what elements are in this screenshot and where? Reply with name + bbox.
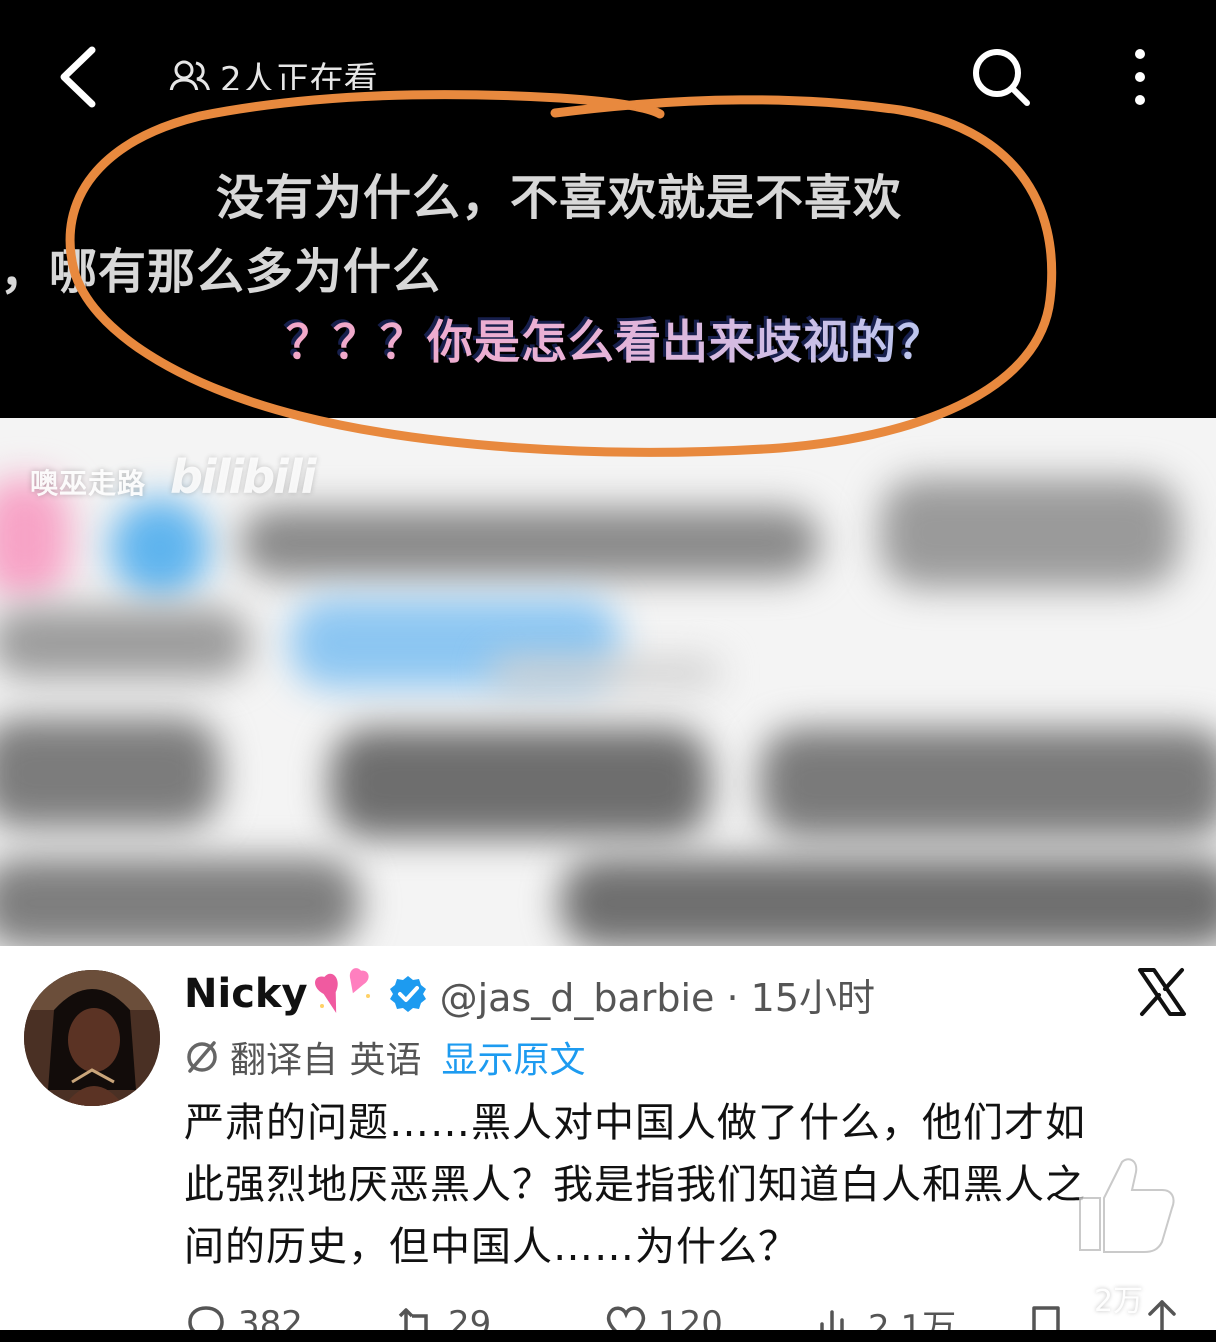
translation-line: 翻译自 英语 显示原文: [184, 1032, 585, 1082]
viewer-count: 2人正在看: [168, 52, 378, 100]
like-button[interactable]: 120: [604, 1302, 814, 1330]
blur-blob: [490, 658, 720, 688]
reply-count: 382: [238, 1304, 303, 1330]
show-original-link[interactable]: 显示原文: [441, 1031, 585, 1083]
tweet-text-line: 间的历史，但中国人……为什么？: [184, 1224, 799, 1270]
like-count: 120: [658, 1304, 723, 1330]
avatar[interactable]: [24, 970, 160, 1106]
retweet-button[interactable]: 29: [394, 1302, 604, 1330]
views-button[interactable]: 2.1万: [814, 1300, 1024, 1331]
overlay-like-count: 2万: [1094, 1284, 1144, 1319]
blur-blob: [0, 858, 360, 946]
translate-icon: [187, 1041, 217, 1073]
blur-blob: [560, 858, 1216, 946]
tweet-text-line: 严肃的问题……黑人对中国人做了什么，他们才如: [184, 1100, 1086, 1146]
x-logo-icon[interactable]: [1136, 966, 1188, 1018]
blur-blob: [110, 498, 210, 598]
views-count: 2.1万: [868, 1307, 957, 1331]
blur-blob: [760, 728, 1216, 838]
thumbs-up-icon[interactable]: [1070, 1150, 1180, 1260]
blur-blob: [0, 608, 250, 678]
subtitle-line-2: ，哪有那么多为什么: [0, 244, 442, 300]
bookmark-button[interactable]: [1024, 1302, 1068, 1330]
bookmark-icon: [1032, 1306, 1060, 1330]
blur-blob: [0, 718, 220, 828]
handle-and-time[interactable]: @jas_d_barbie · 15小时: [440, 967, 875, 1022]
bottom-edge: [0, 1330, 1216, 1342]
blur-blob: [330, 728, 710, 838]
watermark-author: 噢巫走路: [30, 467, 147, 500]
tweet-text-line: 此强烈地厌恶黑人？我是指我们知道白人和黑人之: [184, 1162, 1086, 1208]
heart-icon: [606, 1306, 646, 1330]
tweet-actions: 382 29 120 2.1万: [184, 1294, 1194, 1330]
analytics-icon: [820, 1310, 844, 1330]
bilibili-logo: bilibili: [170, 450, 316, 504]
back-arrow-icon[interactable]: [52, 44, 102, 110]
verified-badge-icon: [389, 976, 426, 1012]
retweet-count: 29: [448, 1304, 492, 1330]
subtitle-line-3: ？？？你是怎么看出来歧视的？: [286, 306, 944, 372]
tweet-text: 严肃的问题……黑人对中国人做了什么，他们才如 此强烈地厌恶黑人？我是指我们知道白…: [184, 1092, 1184, 1278]
more-options-icon[interactable]: [1124, 46, 1156, 108]
blur-blob: [240, 508, 820, 578]
author-name[interactable]: Nicky: [184, 971, 308, 1017]
tweet-author-line: Nicky @jas_d_barbie · 15小时: [184, 966, 875, 1022]
search-icon[interactable]: [970, 46, 1032, 108]
tweet-card[interactable]: Nicky @jas_d_barbie · 15小时 翻译自 英语 显示原文 严…: [0, 946, 1216, 1330]
video-top-section: 2人正在看 没有为什么，不喜欢就是不喜欢 ，哪有那么多为什么 ？？？你是怎么看出…: [0, 0, 1216, 418]
viewer-count-label: 2人正在看: [220, 59, 378, 100]
people-icon: [169, 60, 210, 90]
two-hearts-emoji-icon: [314, 968, 370, 1014]
blur-blob: [880, 478, 1180, 588]
reply-icon: [188, 1306, 224, 1330]
translated-from-label: 翻译自 英语: [230, 1040, 422, 1081]
reply-button[interactable]: 382: [184, 1302, 394, 1330]
retweet-icon: [398, 1308, 428, 1330]
avatar-portrait-icon: [24, 970, 160, 1106]
subtitle-line-1: 没有为什么，不喜欢就是不喜欢: [216, 170, 903, 226]
